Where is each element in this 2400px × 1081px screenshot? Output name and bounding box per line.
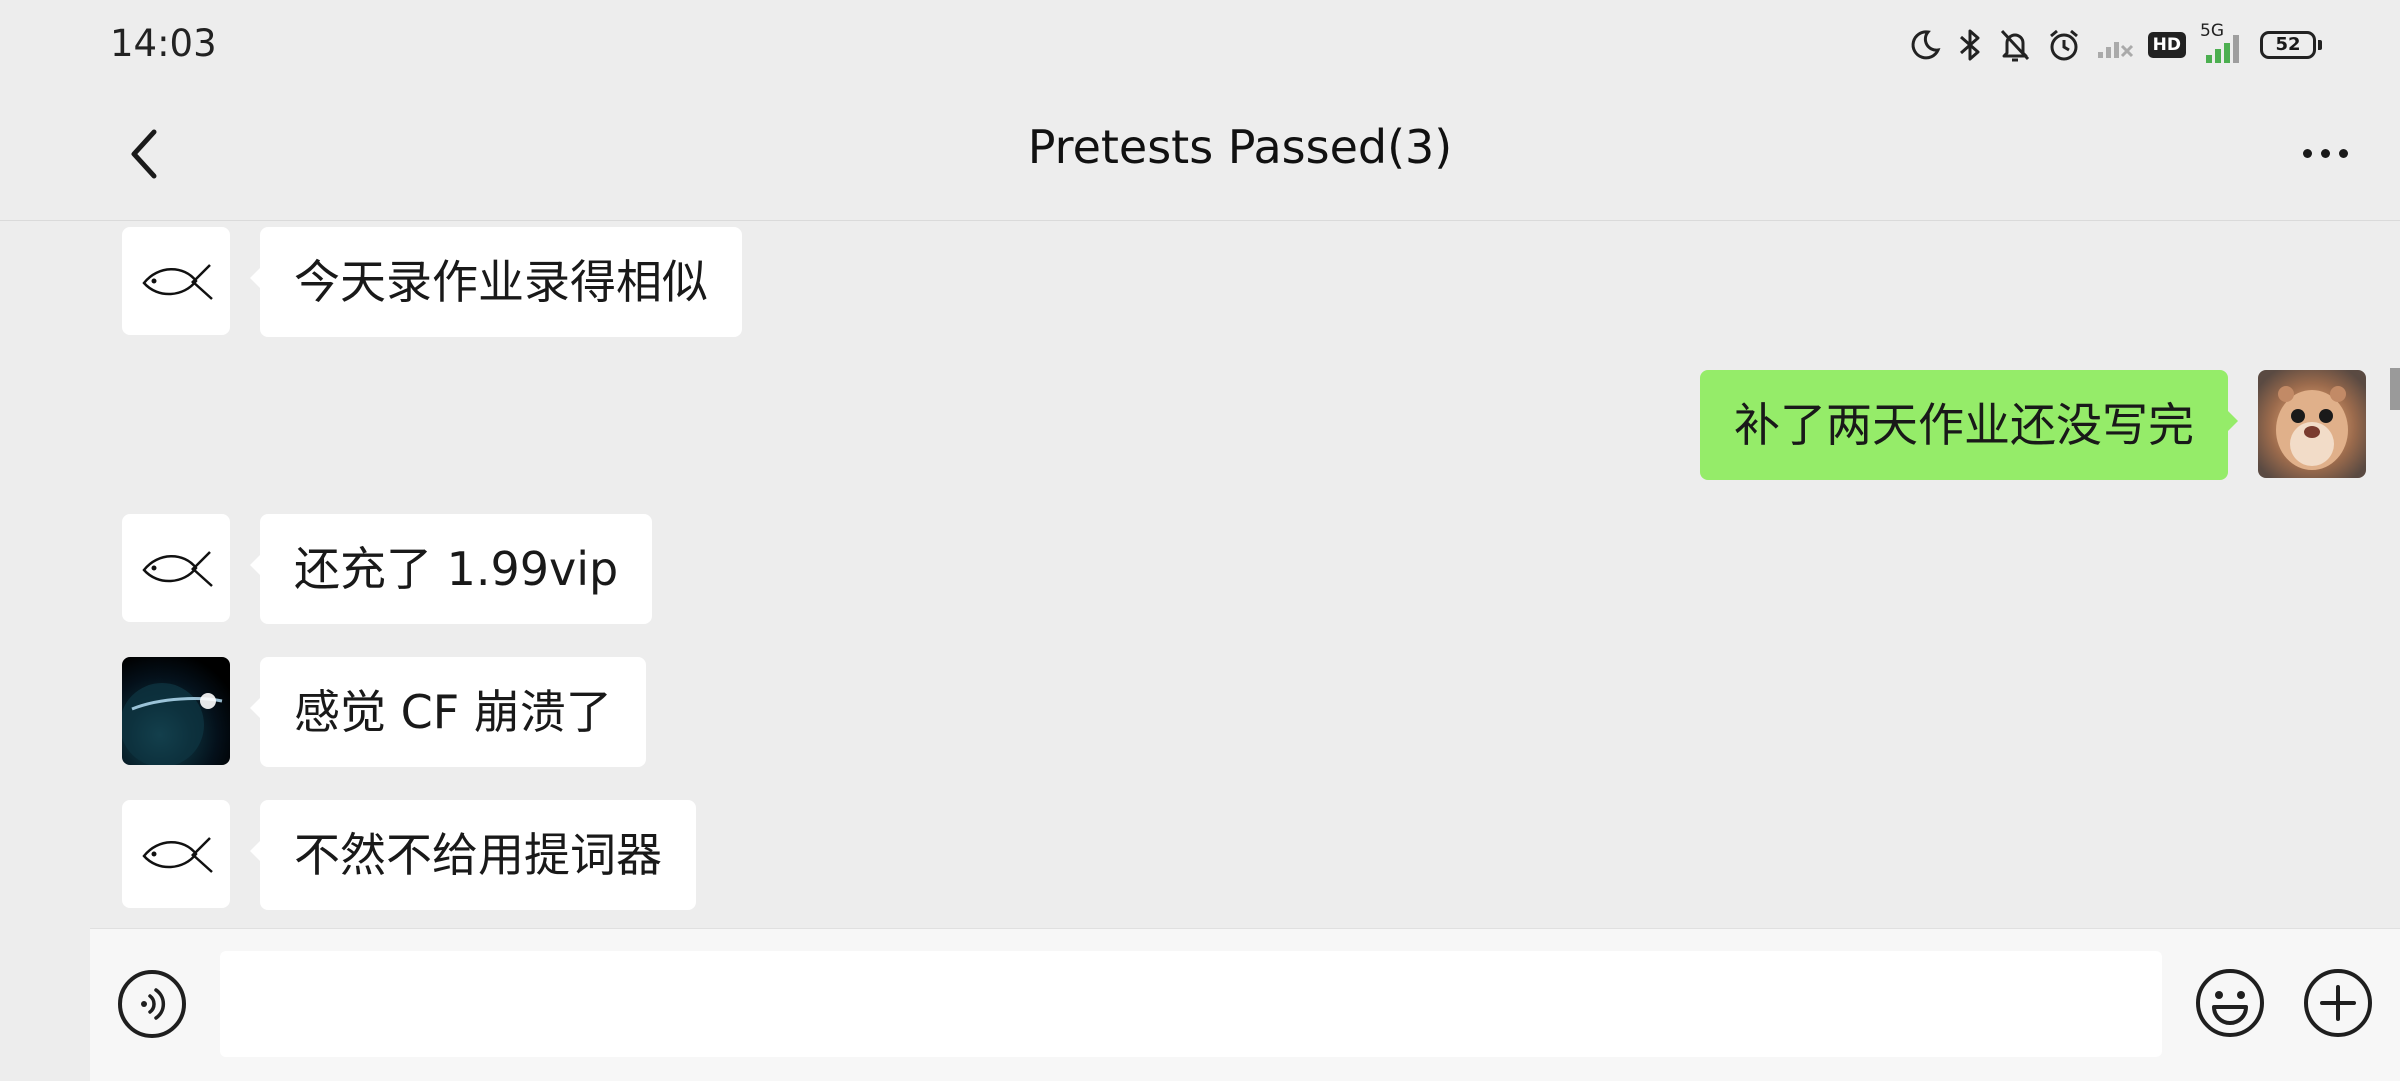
message-list[interactable]: 今天录作业录得相似 补了两天作业还没写完 还充了 1.99vip 感觉 CF 崩…	[0, 221, 2400, 927]
more-button[interactable]	[2290, 128, 2360, 178]
more-dots-icon	[2302, 148, 2312, 158]
emoji-icon	[2196, 969, 2264, 1037]
hd-badge-icon: HD	[2147, 32, 2186, 58]
message-bubble[interactable]: 不然不给用提词器	[250, 800, 696, 910]
status-bar: 14:03 HD 5G 52	[0, 0, 2400, 90]
input-bar	[90, 928, 2400, 1081]
message-item: 不然不给用提词器	[122, 800, 696, 910]
message-bubble[interactable]: 今天录作业录得相似	[250, 227, 742, 337]
voice-icon	[141, 988, 166, 1020]
message-item: 感觉 CF 崩溃了	[122, 657, 646, 767]
signal-5g-icon: 5G	[2200, 21, 2246, 65]
hamster-avatar[interactable]	[2258, 370, 2366, 478]
chat-title: Pretests Passed(3)	[1027, 120, 1453, 174]
fish-line-icon	[142, 837, 213, 873]
bell-muted-icon	[2000, 29, 2029, 62]
message-item: 今天录作业录得相似	[122, 227, 742, 337]
fish-line-avatar[interactable]	[122, 514, 230, 622]
bluetooth-icon	[1959, 29, 1980, 61]
emoji-button[interactable]	[2194, 967, 2266, 1039]
message-bubble[interactable]: 感觉 CF 崩溃了	[250, 657, 646, 767]
planet-icon	[122, 683, 223, 765]
message-item: 补了两天作业还没写完	[1700, 370, 2366, 480]
chat-header: Pretests Passed(3)	[0, 90, 2400, 221]
battery-level: 52	[2260, 31, 2316, 59]
scrollbar[interactable]	[2390, 368, 2400, 410]
message-bubble[interactable]: 补了两天作业还没写完	[1700, 370, 2238, 480]
plus-icon	[2304, 969, 2372, 1037]
planet-avatar[interactable]	[122, 657, 230, 765]
message-input[interactable]	[220, 951, 2162, 1057]
message-bubble[interactable]: 还充了 1.99vip	[249, 514, 653, 624]
fish-line-icon	[142, 551, 213, 587]
hamster-icon	[2276, 386, 2348, 470]
status-icons: HD 5G 52	[1908, 20, 2322, 70]
fish-line-icon	[142, 264, 213, 300]
message-item: 还充了 1.99vip	[122, 514, 653, 624]
fish-line-avatar[interactable]	[122, 800, 230, 908]
moon-icon	[1911, 30, 1941, 60]
fish-line-avatar[interactable]	[122, 227, 230, 335]
status-time: 14:03	[110, 22, 217, 65]
alarm-icon	[2049, 29, 2078, 61]
signal-weak-icon	[2097, 42, 2133, 58]
voice-button[interactable]	[118, 970, 186, 1038]
battery-icon: 52	[2260, 31, 2322, 59]
plus-button[interactable]	[2302, 967, 2374, 1039]
